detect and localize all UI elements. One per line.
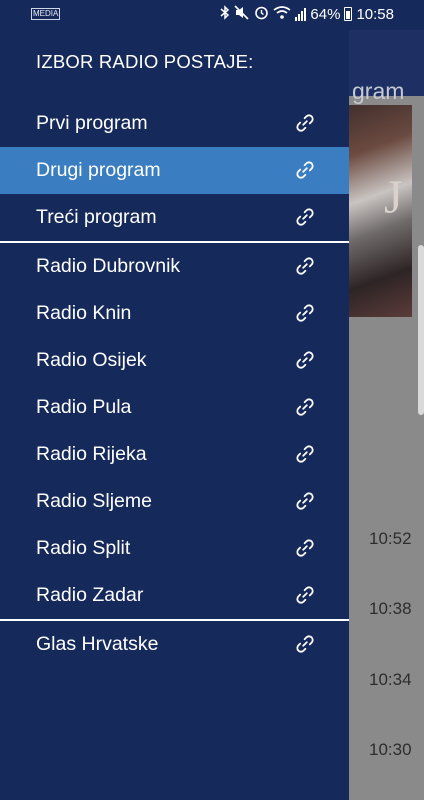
link-icon[interactable]	[295, 634, 315, 654]
drawer-item[interactable]: Radio Dubrovnik	[0, 243, 349, 290]
drawer-item[interactable]: Radio Split	[0, 525, 349, 572]
drawer-item[interactable]: Radio Pula	[0, 384, 349, 431]
drawer-item-label: Radio Osijek	[36, 349, 147, 371]
background-title: gram	[352, 78, 405, 104]
drawer-item-label: Radio Dubrovnik	[36, 255, 181, 277]
wifi-icon	[273, 5, 291, 23]
link-icon[interactable]	[295, 113, 315, 133]
drawer-item-label: Radio Knin	[36, 302, 132, 324]
background-time: 10:34	[369, 670, 412, 689]
drawer-item[interactable]: Radio Sljeme	[0, 478, 349, 525]
background-time: 10:30	[369, 740, 412, 759]
background-scrollbar	[418, 245, 424, 415]
drawer-item[interactable]: Treći program	[0, 194, 349, 241]
drawer-header: IZBOR RADIO POSTAJE:	[36, 51, 254, 72]
battery-icon	[344, 7, 353, 21]
link-icon[interactable]	[295, 350, 315, 370]
alarm-icon	[254, 5, 269, 23]
link-icon[interactable]	[295, 585, 315, 605]
drawer-item-label: Treći program	[36, 206, 157, 228]
drawer-item[interactable]: Radio Osijek	[0, 337, 349, 384]
drawer-item[interactable]: Prvi program	[0, 100, 349, 147]
battery-percent: 64%	[310, 5, 341, 23]
drawer-item[interactable]: Radio Rijeka	[0, 431, 349, 478]
link-icon[interactable]	[295, 538, 315, 558]
media-notification-icon: MEDIA	[31, 8, 61, 20]
drawer-item-label: Prvi program	[36, 112, 148, 134]
mute-icon	[234, 5, 250, 23]
link-icon[interactable]	[295, 491, 315, 511]
drawer-item[interactable]: Radio Knin	[0, 290, 349, 337]
link-icon[interactable]	[295, 256, 315, 276]
drawer-item-label: Radio Rijeka	[36, 443, 147, 465]
drawer-item-label: Radio Pula	[36, 396, 132, 418]
drawer-item[interactable]: Glas Hrvatske	[0, 621, 349, 668]
link-icon[interactable]	[295, 397, 315, 417]
clock: 10:58	[356, 5, 394, 23]
link-icon[interactable]	[295, 207, 315, 227]
background-time: 10:52	[369, 529, 412, 548]
drawer-item[interactable]: Drugi program	[0, 147, 349, 194]
navigation-drawer: IZBOR RADIO POSTAJE: Prvi program Drugi p…	[0, 30, 349, 800]
drawer-item-label: Glas Hrvatske	[36, 633, 159, 655]
drawer-item-label: Radio Split	[36, 537, 131, 559]
link-icon[interactable]	[295, 444, 315, 464]
background-image-glyph: J	[384, 171, 403, 224]
signal-icon	[295, 7, 307, 21]
status-icons: 64% 10:58	[220, 5, 394, 23]
background-time: 10:38	[369, 599, 412, 618]
status-bar: MEDIA 64% 10:58	[0, 0, 424, 30]
drawer-item-label: Drugi program	[36, 159, 161, 181]
link-icon[interactable]	[295, 303, 315, 323]
bluetooth-icon	[220, 5, 230, 23]
drawer-item[interactable]: Radio Zadar	[0, 572, 349, 619]
drawer-item-label: Radio Sljeme	[36, 490, 152, 512]
station-list: Prvi program Drugi program Treći program Ra…	[0, 100, 349, 668]
link-icon[interactable]	[295, 160, 315, 180]
drawer-item-label: Radio Zadar	[36, 584, 144, 606]
